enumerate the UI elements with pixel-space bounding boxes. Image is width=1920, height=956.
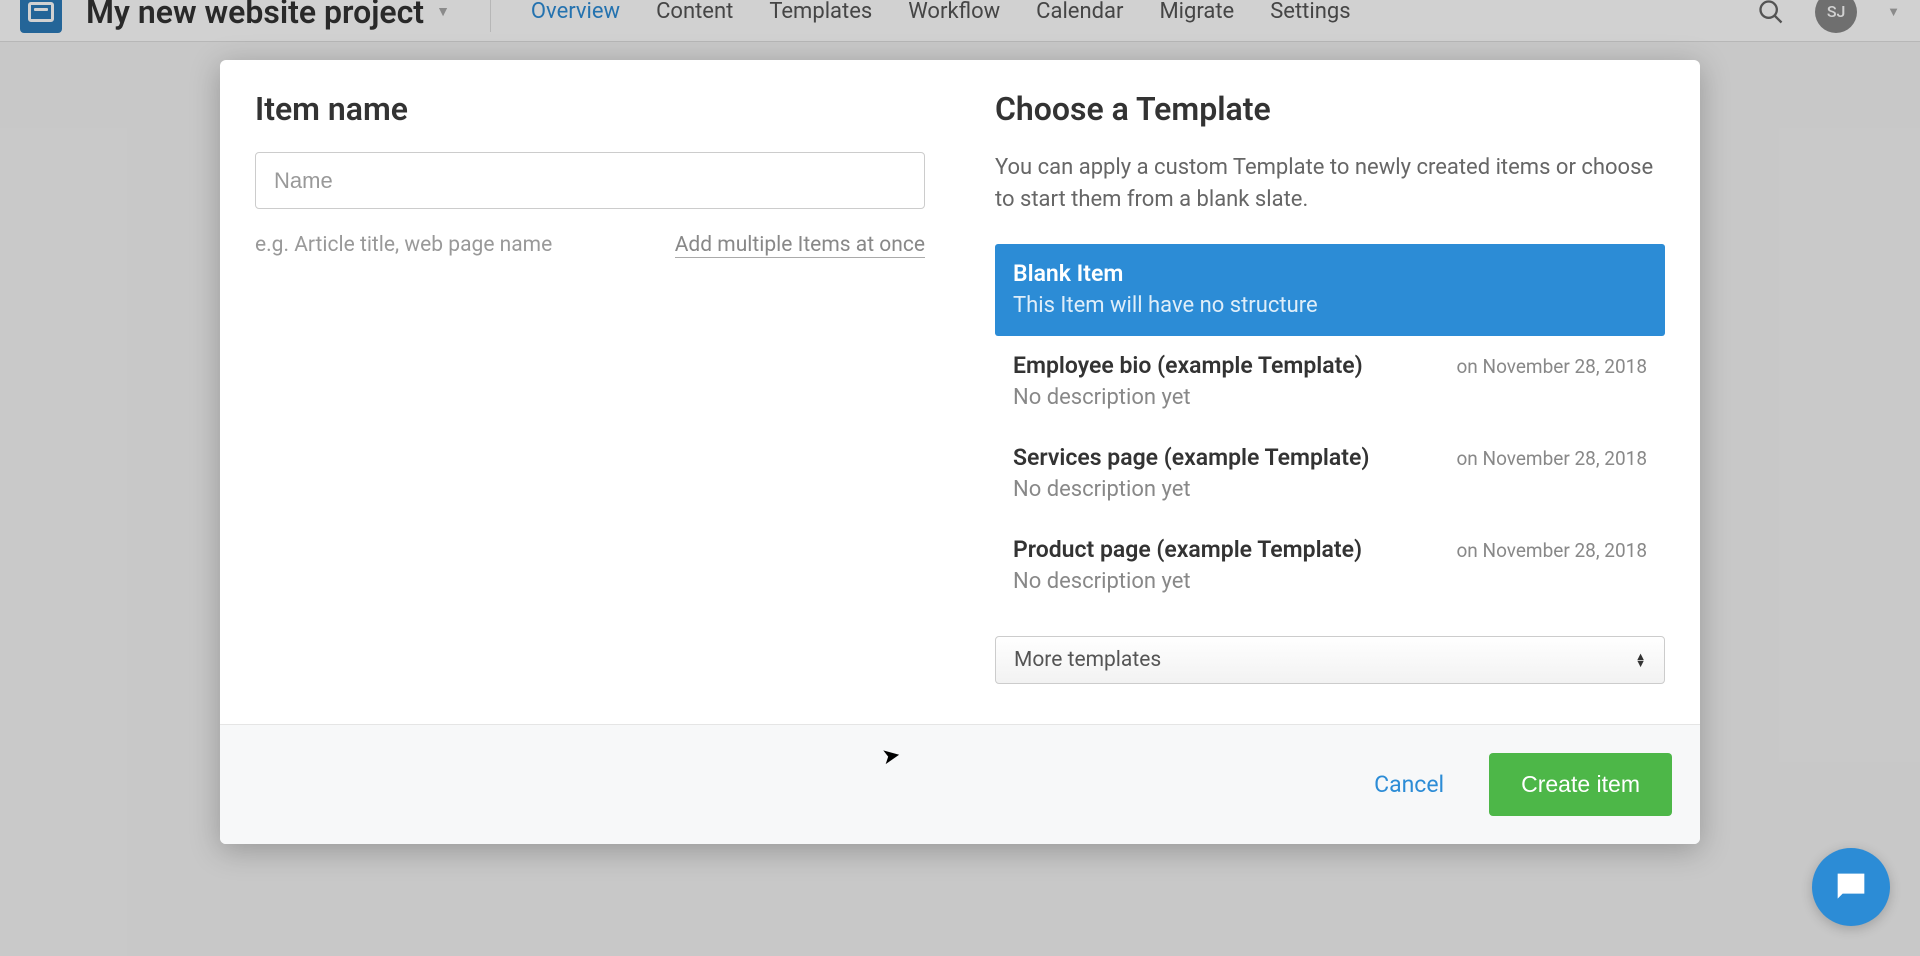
create-item-button[interactable]: Create item [1489,753,1672,816]
template-option-services-page[interactable]: Services page (example Template) on Nove… [995,428,1665,520]
add-multiple-link[interactable]: Add multiple Items at once [675,233,925,258]
modal-overlay: Item name e.g. Article title, web page n… [0,0,1920,956]
item-name-hint: e.g. Article title, web page name [255,233,552,258]
create-item-modal: Item name e.g. Article title, web page n… [220,60,1700,844]
template-option-blank[interactable]: Blank Item This Item will have no struct… [995,244,1665,336]
template-sub: This Item will have no structure [1013,293,1647,318]
template-sub: No description yet [1013,385,1647,410]
template-date: on November 28, 2018 [1456,539,1647,562]
chat-icon [1831,867,1871,907]
template-date: on November 28, 2018 [1456,355,1647,378]
cancel-button[interactable]: Cancel [1374,771,1444,798]
template-name: Employee bio (example Template) [1013,352,1363,379]
template-option-product-page[interactable]: Product page (example Template) on Novem… [995,520,1665,612]
template-option-employee-bio[interactable]: Employee bio (example Template) on Novem… [995,336,1665,428]
template-sub: No description yet [1013,569,1647,594]
choose-template-description: You can apply a custom Template to newly… [995,152,1665,216]
template-name: Blank Item [1013,260,1123,287]
more-templates-label: More templates [1014,648,1161,672]
choose-template-title: Choose a Template [995,90,1665,128]
template-list: Blank Item This Item will have no struct… [995,244,1665,612]
template-date: on November 28, 2018 [1456,447,1647,470]
item-name-input[interactable] [255,152,925,209]
modal-footer: Cancel Create item [220,724,1700,844]
item-name-title: Item name [255,90,925,128]
select-arrows-icon: ▲▼ [1635,653,1646,667]
template-name: Services page (example Template) [1013,444,1369,471]
template-sub: No description yet [1013,477,1647,502]
template-name: Product page (example Template) [1013,536,1362,563]
more-templates-select[interactable]: More templates ▲▼ [995,636,1665,684]
chat-widget-button[interactable] [1812,848,1890,926]
